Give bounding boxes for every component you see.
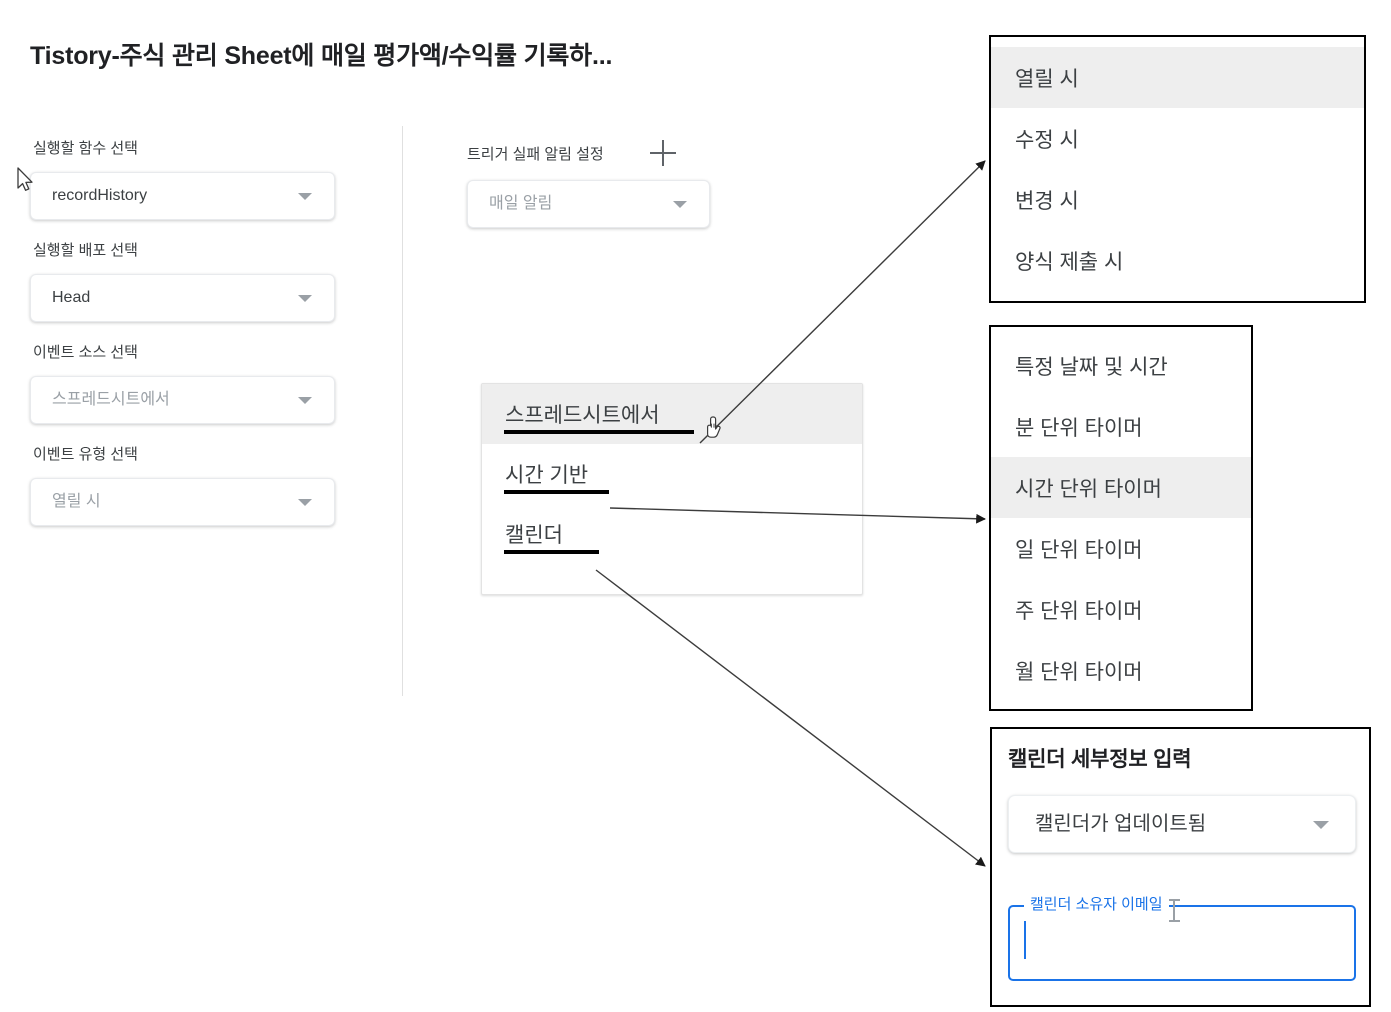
calendar-details-panel: 캘린더 세부정보 입력 캘린더가 업데이트됨 캘린더 소유자 이메일: [990, 727, 1371, 1007]
calendar-event-select-value: 캘린더가 업데이트됨: [1035, 813, 1207, 835]
menu-item-time-driven[interactable]: 시간 기반: [482, 444, 862, 504]
field-label-function: 실행할 함수 선택: [33, 140, 138, 157]
option-specific-datetime[interactable]: 특정 날짜 및 시간: [991, 335, 1251, 396]
failure-notification-select-value: 매일 알림: [489, 195, 553, 212]
calendar-details-title: 캘린더 세부정보 입력: [1008, 748, 1192, 771]
field-label-deployment: 실행할 배포 선택: [33, 242, 138, 259]
chevron-down-icon: [298, 295, 312, 302]
option-week-timer[interactable]: 주 단위 타이머: [991, 579, 1251, 640]
menu-item-spreadsheet-label: 스프레드시트에서: [505, 404, 660, 427]
option-on-form-submit-label: 양식 제출 시: [1015, 250, 1124, 274]
menu-item-spreadsheet[interactable]: 스프레드시트에서: [482, 384, 862, 444]
option-minute-timer-label: 분 단위 타이머: [1015, 416, 1143, 440]
annotation-underline: [504, 430, 694, 434]
time-driven-options-panel[interactable]: 특정 날짜 및 시간 분 단위 타이머 시간 단위 타이머 일 단위 타이머 주…: [989, 325, 1253, 711]
menu-item-calendar-label: 캘린더: [505, 524, 563, 547]
option-week-timer-label: 주 단위 타이머: [1015, 599, 1143, 623]
trigger-settings-form: 실행할 함수 선택 recordHistory 실행할 배포 선택 Head 이…: [30, 140, 370, 546]
event-type-options-panel[interactable]: 열릴 시 수정 시 변경 시 양식 제출 시: [989, 35, 1366, 303]
option-day-timer-label: 일 단위 타이머: [1015, 538, 1143, 562]
calendar-owner-email-label: 캘린더 소유자 이메일: [1024, 896, 1169, 914]
option-month-timer[interactable]: 월 단위 타이머: [991, 640, 1251, 701]
failure-notification-title: 트리거 실패 알림 설정: [467, 145, 604, 163]
option-on-open-label: 열릴 시: [1015, 67, 1079, 91]
failure-notification-select[interactable]: 매일 알림: [467, 180, 710, 228]
event-source-select[interactable]: 스프레드시트에서: [30, 376, 335, 424]
menu-item-time-driven-label: 시간 기반: [505, 464, 589, 487]
option-hour-timer-label: 시간 단위 타이머: [1015, 477, 1162, 501]
chevron-down-icon: [298, 193, 312, 200]
event-type-select[interactable]: 열릴 시: [30, 478, 335, 526]
field-label-event-source: 이벤트 소스 선택: [33, 344, 138, 361]
field-group-event-source: 이벤트 소스 선택 스프레드시트에서: [30, 344, 370, 424]
page-title: Tistory-주식 관리 Sheet에 매일 평가액/수익률 기록하...: [30, 42, 613, 70]
annotation-underline: [504, 550, 599, 554]
i-beam-cursor: [1169, 899, 1180, 922]
option-on-edit[interactable]: 수정 시: [991, 108, 1364, 169]
text-caret: [1024, 921, 1026, 959]
option-on-form-submit[interactable]: 양식 제출 시: [991, 230, 1364, 291]
option-on-change-label: 변경 시: [1015, 189, 1079, 213]
field-group-deployment: 실행할 배포 선택 Head: [30, 242, 370, 322]
option-day-timer[interactable]: 일 단위 타이머: [991, 518, 1251, 579]
field-label-event-type: 이벤트 유형 선택: [33, 446, 138, 463]
menu-item-calendar[interactable]: 캘린더: [482, 504, 862, 564]
deployment-select-value: Head: [52, 289, 91, 306]
option-on-open[interactable]: 열릴 시: [991, 47, 1364, 108]
function-select-value: recordHistory: [52, 187, 148, 204]
chevron-down-icon: [1313, 821, 1329, 829]
option-on-change[interactable]: 변경 시: [991, 169, 1364, 230]
event-source-dropdown-menu[interactable]: 스프레드시트에서 시간 기반 캘린더: [481, 383, 863, 595]
annotation-underline: [504, 490, 609, 494]
option-on-edit-label: 수정 시: [1015, 128, 1079, 152]
chevron-down-icon: [298, 499, 312, 506]
chevron-down-icon: [298, 397, 312, 404]
calendar-event-select[interactable]: 캘린더가 업데이트됨: [1008, 795, 1356, 853]
column-divider: [402, 126, 403, 696]
function-select[interactable]: recordHistory: [30, 172, 335, 220]
option-specific-datetime-label: 특정 날짜 및 시간: [1015, 355, 1168, 379]
option-month-timer-label: 월 단위 타이머: [1015, 660, 1143, 684]
option-hour-timer[interactable]: 시간 단위 타이머: [991, 457, 1251, 518]
calendar-owner-email-field[interactable]: 캘린더 소유자 이메일: [1008, 896, 1356, 981]
field-group-function: 실행할 함수 선택 recordHistory: [30, 140, 370, 220]
option-minute-timer[interactable]: 분 단위 타이머: [991, 396, 1251, 457]
arrow-calendar-to-details: [595, 569, 986, 867]
event-source-select-value: 스프레드시트에서: [52, 391, 170, 408]
deployment-select[interactable]: Head: [30, 274, 335, 322]
field-group-event-type: 이벤트 유형 선택 열릴 시: [30, 446, 370, 526]
plus-icon[interactable]: [649, 140, 676, 166]
failure-notification-section: 트리거 실패 알림 설정 매일 알림: [467, 140, 797, 228]
chevron-down-icon: [673, 201, 687, 208]
event-type-select-value: 열릴 시: [52, 493, 101, 510]
failure-notification-header: 트리거 실패 알림 설정: [467, 140, 797, 166]
